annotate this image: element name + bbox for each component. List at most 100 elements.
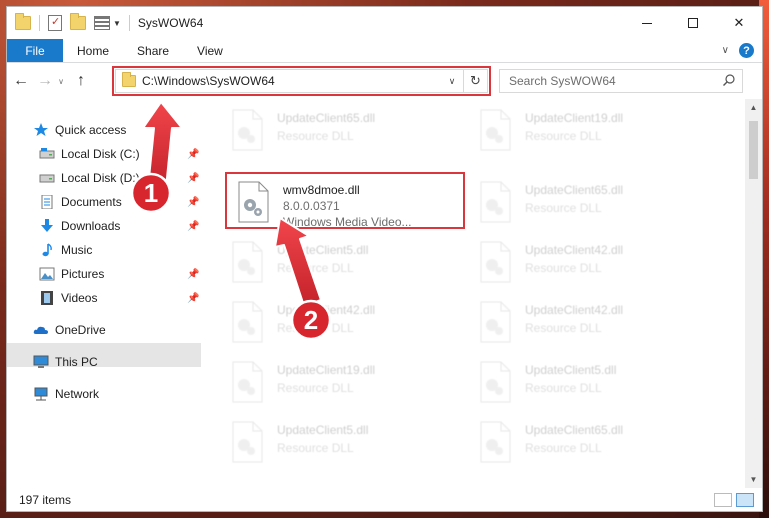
pin-icon[interactable]: 📌: [187, 269, 199, 280]
dll-file-icon: [232, 301, 263, 343]
file-item[interactable]: UpdateClient65.dll Resource DLL: [477, 171, 717, 231]
sidebar-item-music[interactable]: Music: [39, 239, 92, 261]
status-bar: 197 items: [7, 488, 762, 511]
close-icon: ✕: [733, 15, 745, 30]
dll-file-icon: [232, 241, 263, 283]
file-type: Resource DLL: [277, 129, 354, 143]
dll-file-icon: [480, 181, 511, 223]
new-folder-icon[interactable]: [70, 13, 86, 30]
star-icon: [33, 123, 49, 137]
dll-file-icon: [232, 361, 263, 403]
pin-icon[interactable]: 📌: [187, 293, 199, 304]
file-item[interactable]: UpdateClient42.dll Resource DLL: [477, 231, 717, 291]
pin-icon[interactable]: 📌: [187, 221, 199, 232]
navigation-bar: ← → ∨ ↑ C:\Windows\SysWOW64 ∨ ↻ Search S…: [7, 63, 762, 99]
file-item[interactable]: UpdateClient65.dll Resource DLL: [229, 99, 469, 159]
sidebar-item-onedrive[interactable]: OneDrive: [33, 319, 106, 341]
recent-locations-icon[interactable]: ∨: [55, 77, 67, 86]
network-icon: [33, 387, 49, 401]
properties-icon[interactable]: [48, 15, 62, 31]
file-name: UpdateClient65.dll: [525, 423, 624, 437]
ribbon-right-controls: ∨ ?: [722, 43, 754, 58]
drive-icon: [39, 171, 55, 185]
sidebar-item-label: Local Disk (C:): [61, 147, 140, 161]
view-switcher: [714, 493, 754, 507]
file-item[interactable]: UpdateClient19.dll Resource DLL: [477, 99, 717, 159]
sidebar-item-downloads[interactable]: Downloads: [39, 215, 120, 237]
sidebar-item-label: Local Disk (D:): [61, 171, 140, 185]
sidebar-item-label: Documents: [61, 195, 122, 209]
file-item[interactable]: UpdateClient5.dll Resource DLL: [229, 411, 469, 471]
file-highlight-box: [225, 172, 465, 229]
search-placeholder: Search SysWOW64: [509, 74, 616, 88]
quick-access-dropdown-icon[interactable]: ▼: [113, 19, 121, 28]
sidebar-item-label: Pictures: [61, 267, 105, 281]
file-type: Resource DLL: [525, 441, 602, 455]
file-item[interactable]: UpdateClient42.dll Resource DLL: [477, 291, 717, 351]
back-arrow-icon[interactable]: ←: [11, 72, 31, 90]
sidebar-item-this-pc[interactable]: This PC: [33, 351, 98, 373]
sidebar-item-label: Music: [61, 243, 93, 257]
dll-file-icon: [232, 109, 263, 151]
details-view-icon[interactable]: [714, 493, 732, 507]
sidebar-item-label: This PC: [55, 355, 98, 369]
close-button[interactable]: ✕: [716, 7, 762, 39]
address-highlight-box: [112, 66, 491, 96]
pin-icon[interactable]: 📌: [187, 149, 199, 160]
drive-icon: [39, 147, 55, 161]
sidebar-item-label: OneDrive: [55, 323, 106, 337]
help-icon[interactable]: ?: [739, 43, 754, 58]
sidebar-item-local-disk-c[interactable]: Local Disk (C:): [39, 143, 140, 165]
sidebar-item-label: Downloads: [61, 219, 121, 233]
file-name: UpdateClient65.dll: [525, 183, 624, 197]
tab-file[interactable]: File: [7, 39, 63, 62]
window-title: SysWOW64: [137, 16, 204, 30]
tab-share[interactable]: Share: [123, 39, 183, 62]
search-icon[interactable]: [722, 73, 736, 87]
scroll-down-icon[interactable]: ▼: [745, 471, 762, 488]
sidebar-item-local-disk-d[interactable]: Local Disk (D:): [39, 167, 140, 189]
pin-icon[interactable]: 📌: [187, 197, 199, 208]
minimize-button[interactable]: [624, 7, 670, 39]
vertical-scrollbar[interactable]: ▲ ▼: [745, 99, 762, 488]
sidebar-item-quick-access[interactable]: Quick access: [33, 119, 126, 141]
sidebar-item-label: Quick access: [55, 123, 127, 137]
expand-ribbon-icon[interactable]: ∨: [722, 45, 729, 56]
file-name: UpdateClient19.dll: [525, 111, 624, 125]
sidebar-item-network[interactable]: Network: [33, 383, 99, 405]
maximize-button[interactable]: [670, 7, 716, 39]
file-item[interactable]: UpdateClient5.dll Resource DLL: [477, 351, 717, 411]
tab-home[interactable]: Home: [63, 39, 123, 62]
forward-arrow-icon[interactable]: →: [35, 72, 55, 90]
computer-icon: [33, 355, 49, 369]
minimize-icon: [642, 22, 652, 24]
scroll-up-icon[interactable]: ▲: [745, 99, 762, 116]
pictures-icon: [39, 267, 55, 281]
tab-view[interactable]: View: [183, 39, 237, 62]
file-item[interactable]: UpdateClient65.dll Resource DLL: [477, 411, 717, 471]
file-item[interactable]: UpdateClient19.dll Resource DLL: [229, 351, 469, 411]
file-type: Resource DLL: [277, 381, 354, 395]
file-item[interactable]: UpdateClient42.dll Resource DLL: [229, 291, 469, 351]
sidebar-item-videos[interactable]: Videos: [39, 287, 97, 309]
music-icon: [39, 243, 55, 257]
sidebar-item-pictures[interactable]: Pictures: [39, 263, 104, 285]
dll-file-icon: [480, 361, 511, 403]
file-type: Resource DLL: [277, 441, 354, 455]
window-controls: ✕: [624, 7, 762, 39]
toolbar-divider: [128, 15, 130, 31]
navigation-pane: Quick access Local Disk (C:) 📌 Local Dis…: [7, 99, 203, 488]
file-type: Resource DLL: [277, 261, 354, 275]
search-box[interactable]: Search SysWOW64: [499, 69, 743, 93]
sidebar-item-label: Network: [55, 387, 100, 401]
scroll-thumb[interactable]: [749, 121, 758, 179]
customize-view-icon[interactable]: [94, 16, 110, 30]
file-item[interactable]: UpdateClient5.dll Resource DLL: [229, 231, 469, 291]
large-icons-view-icon[interactable]: [736, 493, 754, 507]
sidebar-item-documents[interactable]: Documents: [39, 191, 122, 213]
up-arrow-icon[interactable]: ↑: [71, 72, 91, 90]
pin-icon[interactable]: 📌: [187, 173, 199, 184]
file-type: Resource DLL: [277, 321, 354, 335]
file-type: Resource DLL: [525, 129, 602, 143]
file-name: UpdateClient5.dll: [525, 363, 617, 377]
